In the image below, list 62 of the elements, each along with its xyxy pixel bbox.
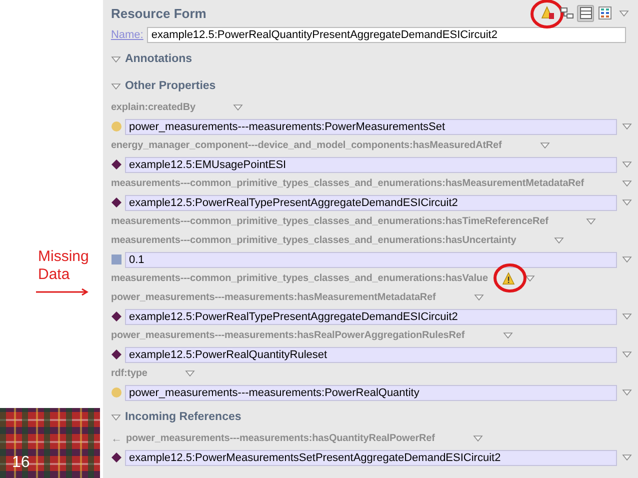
dropdown-icon[interactable] xyxy=(474,294,484,301)
dropdown-icon[interactable] xyxy=(622,313,632,320)
value-field[interactable]: power_measurements---measurements:PowerRealQuantity xyxy=(124,384,617,400)
hierarchy-icon[interactable] xyxy=(558,4,575,22)
diamond-marker-icon xyxy=(110,159,122,170)
grid-icon[interactable] xyxy=(596,4,613,22)
property-label: measurements---common_primitive_types_classes_and_enumerations:hasMeasurementMetadataRef xyxy=(110,178,584,189)
property-label: power_measurements---measurements:hasQuantityRealPowerRef xyxy=(126,433,435,444)
diamond-marker-icon xyxy=(110,311,122,322)
warning-icon xyxy=(502,272,515,285)
circle-marker-icon xyxy=(110,121,122,132)
square-marker-icon xyxy=(110,254,122,265)
property-label: measurements---common_primitive_types_classes_and_enumerations:hasTimeReferenceRef xyxy=(110,216,548,227)
value-field[interactable]: example12.5:PowerRealTypePresentAggregateDemandESICircuit2 xyxy=(124,308,617,324)
form-title: Resource Form xyxy=(110,6,208,20)
value-field[interactable]: 0.1 xyxy=(124,252,617,268)
highlight-circle xyxy=(492,263,527,293)
property-label: rdf:type xyxy=(110,368,148,379)
dropdown-icon[interactable] xyxy=(622,123,632,130)
diamond-marker-icon xyxy=(110,452,122,463)
dropdown-icon[interactable] xyxy=(622,389,632,396)
value-field[interactable]: example12.5:EMUsagePointESI xyxy=(124,156,617,172)
diamond-marker-icon xyxy=(110,197,122,208)
property-label: measurements---common_primitive_types_classes_and_enumerations:hasUncertainty xyxy=(110,235,516,246)
section-title: Incoming References xyxy=(124,411,242,423)
page-number: 16 xyxy=(12,454,30,472)
section-title: Other Properties xyxy=(124,80,216,92)
collapse-icon[interactable] xyxy=(110,56,121,62)
dropdown-icon[interactable] xyxy=(622,256,632,263)
dropdown-icon[interactable] xyxy=(622,454,632,461)
collapse-icon[interactable] xyxy=(110,82,121,90)
property-label: measurements---common_primitive_types_classes_and_enumerations:hasValue xyxy=(110,273,488,284)
dropdown-icon[interactable] xyxy=(586,218,596,225)
dropdown-icon[interactable] xyxy=(622,351,632,358)
dropdown-icon[interactable] xyxy=(524,275,535,282)
arrow-icon: ← xyxy=(110,432,122,444)
value-field[interactable]: example12.5:PowerRealQuantityRuleset xyxy=(124,346,617,362)
dropdown-icon[interactable] xyxy=(502,332,513,339)
dropdown-icon[interactable] xyxy=(540,142,550,149)
dropdown-icon[interactable] xyxy=(622,161,632,168)
dropdown-icon[interactable] xyxy=(185,370,196,377)
dropdown-icon[interactable] xyxy=(233,104,244,111)
layout-icon[interactable] xyxy=(577,4,594,22)
dropdown-icon[interactable] xyxy=(554,237,564,244)
property-label: power_measurements---measurements:hasRealPowerAggregationRulesRef xyxy=(110,330,465,341)
value-field[interactable]: example12.5:PowerMeasurementsSetPresentAggregateDemandESICircuit2 xyxy=(124,450,617,466)
value-field[interactable]: power_measurements---measurements:PowerMeasurementsSet xyxy=(124,118,617,134)
diamond-marker-icon xyxy=(110,349,122,360)
dropdown-icon[interactable] xyxy=(622,180,632,187)
arrow-icon xyxy=(36,288,90,296)
property-label: explain:createdBy xyxy=(110,102,196,113)
section-title: Annotations xyxy=(124,53,192,65)
property-label: energy_manager_component---device_and_model_components:hasMeasuredAtRef xyxy=(110,140,502,151)
name-field[interactable]: example12.5:PowerRealQuantityPresentAggregateDemandESICircuit2 xyxy=(147,27,626,43)
callout-text: Missing Data xyxy=(38,248,90,284)
dropdown-icon[interactable] xyxy=(472,435,483,442)
collapse-icon[interactable] xyxy=(110,414,121,420)
value-field[interactable]: example12.5:PowerRealTypePresentAggregateDemandESICircuit2 xyxy=(124,194,617,210)
warning-icon[interactable] xyxy=(539,4,556,22)
dropdown-icon[interactable] xyxy=(622,199,632,206)
property-label: power_measurements---measurements:hasMeasurementMetadataRef xyxy=(110,292,436,303)
circle-marker-icon xyxy=(110,387,122,398)
